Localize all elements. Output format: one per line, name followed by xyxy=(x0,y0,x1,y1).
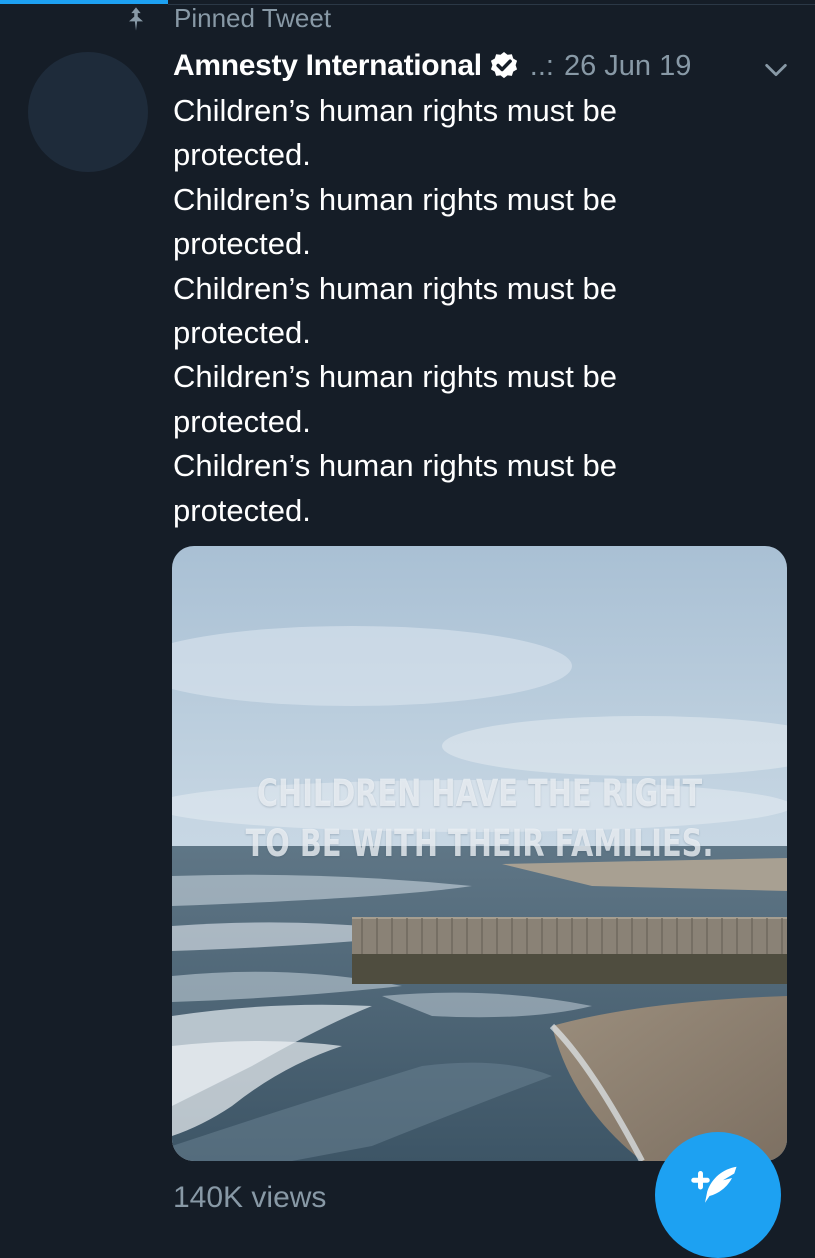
tweet-text-line: protected. xyxy=(173,315,311,351)
tweet-date[interactable]: 26 Jun 19 xyxy=(564,50,691,83)
tweet-text-line: Children’s human rights must be xyxy=(173,448,617,484)
video-caption-line: CHILDREN HAVE THE RIGHT xyxy=(256,772,703,815)
pin-icon xyxy=(129,7,143,31)
tweet-text-line: Children’s human rights must be xyxy=(173,270,617,306)
verified-badge-icon xyxy=(490,52,517,79)
tweet-text-line: protected. xyxy=(173,492,311,528)
compose-tweet-button[interactable] xyxy=(655,1132,781,1258)
compose-tweet-icon xyxy=(691,1166,737,1203)
tweet-text: Children’s human rights must be protecte… xyxy=(173,89,773,533)
author-handle[interactable]: ..: xyxy=(530,50,554,83)
author-name[interactable]: Amnesty International xyxy=(173,49,482,83)
tweet-text-line: Children’s human rights must be xyxy=(173,93,617,128)
tweet-text-line: protected. xyxy=(173,226,311,262)
pinned-tweet-label: Pinned Tweet xyxy=(174,3,332,33)
chevron-down-icon[interactable] xyxy=(762,56,790,84)
selected-tab-indicator xyxy=(0,0,168,4)
avatar[interactable] xyxy=(28,52,148,172)
tweet-text-line: protected. xyxy=(173,403,311,439)
tweet-header: Amnesty International ..: 26 Jun 19 xyxy=(173,46,691,86)
tweet-text-line: protected. xyxy=(173,137,311,173)
tweet-text-line: Children’s human rights must be xyxy=(173,181,617,217)
video-caption-line: TO BE WITH THEIR FAMILIES. xyxy=(245,822,714,865)
view-count: 140K views xyxy=(173,1181,327,1214)
tweet-text-line: Children’s human rights must be xyxy=(173,359,617,395)
